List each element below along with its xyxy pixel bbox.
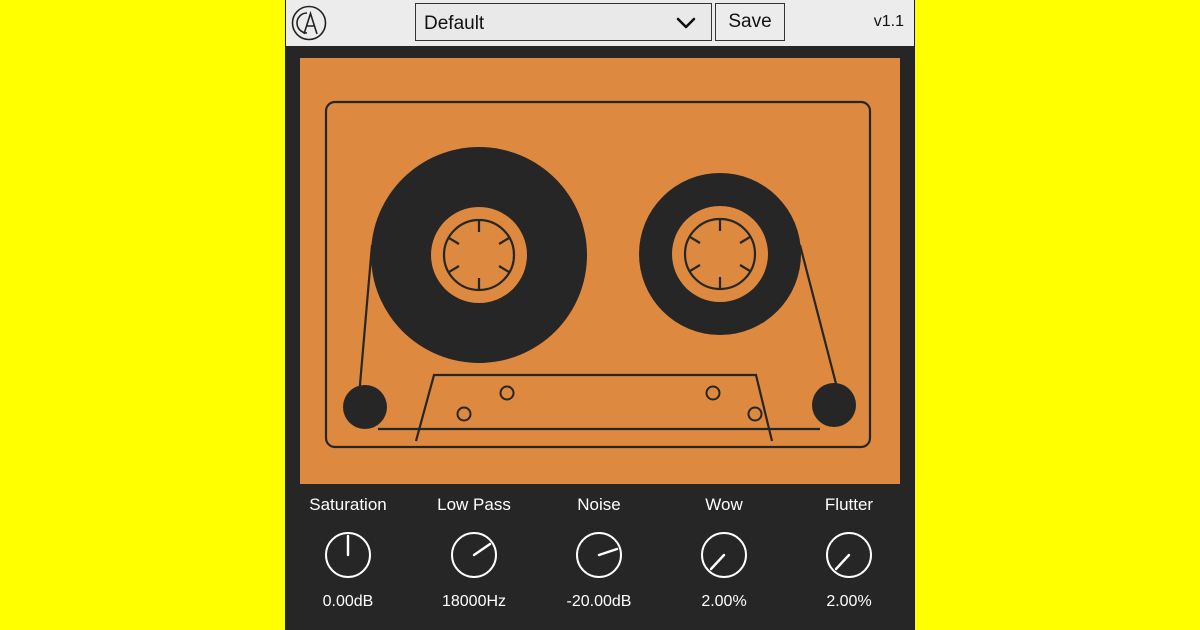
noise-knob[interactable] (574, 530, 624, 580)
low-pass-knob[interactable] (449, 530, 499, 580)
screw-hole (705, 385, 721, 401)
low-pass-label: Low Pass (437, 495, 511, 514)
saturation-knob[interactable] (323, 530, 373, 580)
knob-group-noise: Noise -20.00dB (539, 494, 659, 612)
noise-label: Noise (577, 495, 621, 514)
right-guide-roller (812, 383, 856, 427)
preset-selected-value: Default (424, 13, 485, 34)
chevron-down-icon (676, 17, 696, 29)
cassette-display (300, 58, 900, 484)
cassette-illustration (324, 100, 872, 449)
wow-value: 2.00% (701, 593, 747, 610)
version-label: v1.1 (873, 13, 904, 30)
save-button[interactable]: Save (715, 3, 785, 41)
tape-line-right (798, 244, 843, 404)
knob-group-saturation: Saturation 0.00dB (288, 494, 408, 612)
flutter-knob[interactable] (824, 530, 874, 580)
knob-group-low-pass: Low Pass 18000Hz (414, 494, 534, 612)
knob-group-flutter: Flutter 2.00% (789, 494, 909, 612)
preset-dropdown[interactable]: Default (415, 3, 712, 41)
screw-hole (499, 385, 515, 401)
wow-knob[interactable] (699, 530, 749, 580)
low-pass-value: 18000Hz (441, 593, 507, 610)
screw-hole (456, 406, 472, 422)
tape-plugin-window: Default Save v1.1 Saturation 0.00dB Low … (286, 0, 914, 630)
left-guide-roller (343, 385, 387, 429)
noise-value: -20.00dB (566, 593, 632, 610)
flutter-value: 2.00% (826, 593, 872, 610)
saturation-value: 0.00dB (322, 593, 374, 610)
screw-hole (747, 406, 763, 422)
knob-group-wow: Wow 2.00% (664, 494, 784, 612)
left-reel (371, 147, 587, 363)
head-window (414, 373, 774, 442)
right-reel (639, 173, 801, 335)
flutter-label: Flutter (824, 495, 874, 514)
wow-label: Wow (705, 495, 743, 514)
toolbar: Default Save v1.1 (286, 0, 914, 46)
tape-line-left (356, 244, 374, 409)
ca-logo-icon (291, 5, 327, 41)
saturation-label: Saturation (309, 495, 387, 514)
